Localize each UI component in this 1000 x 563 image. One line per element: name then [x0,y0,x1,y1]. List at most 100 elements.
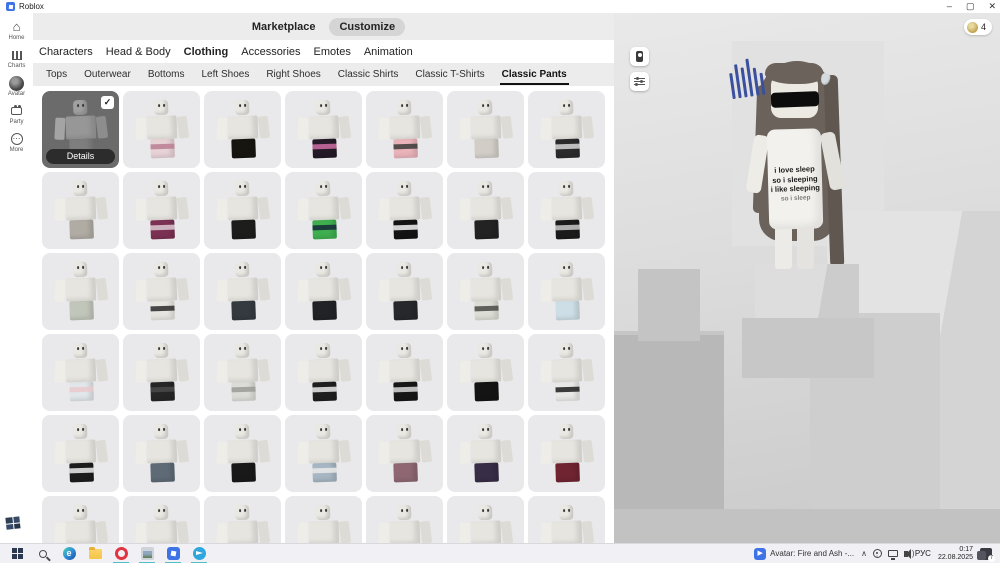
pants-item-20[interactable] [447,253,524,330]
taskbar-start-button[interactable] [4,544,30,563]
subtab-classic-pants[interactable]: Classic Pants [499,63,569,86]
pants-item-34[interactable] [447,415,524,492]
system-tray: ∧ [861,548,915,560]
pants-thumbnail [133,99,189,163]
subtab-tops[interactable]: Tops [46,63,67,86]
pants-thumbnail [133,342,189,406]
pants-item-6[interactable] [447,91,524,168]
clock-date: 22.08.2025 [937,553,973,561]
outfit-preview-button[interactable] [630,47,649,66]
category-tab-clothing[interactable]: Clothing [184,46,229,58]
pants-item-16[interactable] [123,253,200,330]
minimize-button[interactable]: – [947,0,952,13]
selected-checkmark-icon[interactable]: ✓ [101,96,114,109]
sidebar-item-avatar[interactable]: Avatar [0,75,33,97]
sidebar-item-party[interactable]: Party [0,104,33,125]
pants-item-1[interactable]: ✓ Details [42,91,119,168]
pants-item-17[interactable] [204,253,281,330]
pants-item-2[interactable] [123,91,200,168]
pants-item-32[interactable] [285,415,362,492]
taskbar-right: ▶ Avatar: Fire and Ash -... ∧ РУС 0:17 2… [754,546,996,562]
taskbar-clock[interactable]: 0:17 22.08.2025 [938,546,973,562]
pants-item-26[interactable] [366,334,443,411]
close-button[interactable]: ✕ [988,0,996,13]
taskbar-edge-button[interactable]: e [56,544,82,563]
network-icon[interactable] [887,550,898,560]
taskbar-telegram-button[interactable] [186,544,212,563]
sidebar-item-charts[interactable]: Charts [0,48,33,69]
pants-item-15[interactable] [42,253,119,330]
pants-item-12[interactable] [366,172,443,249]
pants-item-13[interactable] [447,172,524,249]
notification-center-button[interactable]: 7 [977,547,995,562]
category-tab-animation[interactable]: Animation [364,46,413,58]
pants-thumbnail [214,504,270,543]
subtab-bottoms[interactable]: Bottoms [148,63,185,86]
media-overlay[interactable]: ▶ Avatar: Fire and Ash -... [754,547,854,560]
pants-item-38[interactable] [204,496,281,543]
preview-settings-button[interactable] [630,72,649,91]
category-tab-head-body[interactable]: Head & Body [106,46,171,58]
pants-item-11[interactable] [285,172,362,249]
language-indicator[interactable]: РУС [915,549,931,558]
pants-item-30[interactable] [123,415,200,492]
pants-thumbnail [457,504,513,543]
tab-customize[interactable]: Customize [329,17,406,36]
pants-item-18[interactable] [285,253,362,330]
volume-icon[interactable] [903,548,915,559]
pants-item-7[interactable] [528,91,605,168]
pants-item-28[interactable] [528,334,605,411]
roblox-icon [166,547,180,560]
sidebar-item-label: Avatar [7,91,26,97]
pants-item-23[interactable] [123,334,200,411]
taskbar-roblox-button[interactable] [160,544,186,563]
pants-item-22[interactable] [42,334,119,411]
taskbar-search-button[interactable] [30,544,56,563]
pants-item-9[interactable] [123,172,200,249]
pants-item-21[interactable] [528,253,605,330]
pants-item-40[interactable] [366,496,443,543]
subtab-classic-t-shirts[interactable]: Classic T-Shirts [415,63,484,86]
pants-item-5[interactable] [366,91,443,168]
pants-item-4[interactable] [285,91,362,168]
pants-item-25[interactable] [285,334,362,411]
pants-item-3[interactable] [204,91,281,168]
maximize-button[interactable]: ▢ [966,0,975,13]
taskbar-opera-button[interactable] [108,544,134,563]
subtab-outerwear[interactable]: Outerwear [84,63,131,86]
avatar-shirt: i love sleep so i sleeping i like sleeping… [766,128,824,230]
pants-item-27[interactable] [447,334,524,411]
person-icon[interactable] [872,549,882,558]
details-button[interactable]: Details [46,149,115,164]
pants-item-31[interactable] [204,415,281,492]
pants-item-33[interactable] [366,415,443,492]
pants-item-14[interactable] [528,172,605,249]
pants-item-42[interactable] [528,496,605,543]
pants-item-41[interactable] [447,496,524,543]
pants-thumbnail [214,423,270,487]
pants-thumbnail [457,423,513,487]
pants-item-35[interactable] [528,415,605,492]
category-tab-emotes[interactable]: Emotes [314,46,351,58]
pants-item-8[interactable] [42,172,119,249]
pants-item-24[interactable] [204,334,281,411]
pants-item-37[interactable] [123,496,200,543]
subtab-right-shoes[interactable]: Right Shoes [266,63,320,86]
category-tab-characters[interactable]: Characters [39,46,93,58]
sidebar-item-label: More [9,147,24,153]
sidebar-item-home[interactable]: ⌂ Home [0,20,33,41]
pants-item-39[interactable] [285,496,362,543]
taskbar-photos-button[interactable] [134,544,160,563]
chevron-up-icon[interactable]: ∧ [861,549,867,558]
subtab-classic-shirts[interactable]: Classic Shirts [338,63,399,86]
sidebar-item-more[interactable]: ⋯ More [0,132,33,153]
category-tab-accessories[interactable]: Accessories [241,46,300,58]
subtab-left-shoes[interactable]: Left Shoes [202,63,250,86]
pants-item-10[interactable] [204,172,281,249]
taskbar-explorer-button[interactable] [82,544,108,563]
robux-balance[interactable]: 4 [963,19,992,35]
pants-item-36[interactable] [42,496,119,543]
tab-marketplace[interactable]: Marketplace [242,18,326,36]
pants-item-29[interactable] [42,415,119,492]
pants-item-19[interactable] [366,253,443,330]
